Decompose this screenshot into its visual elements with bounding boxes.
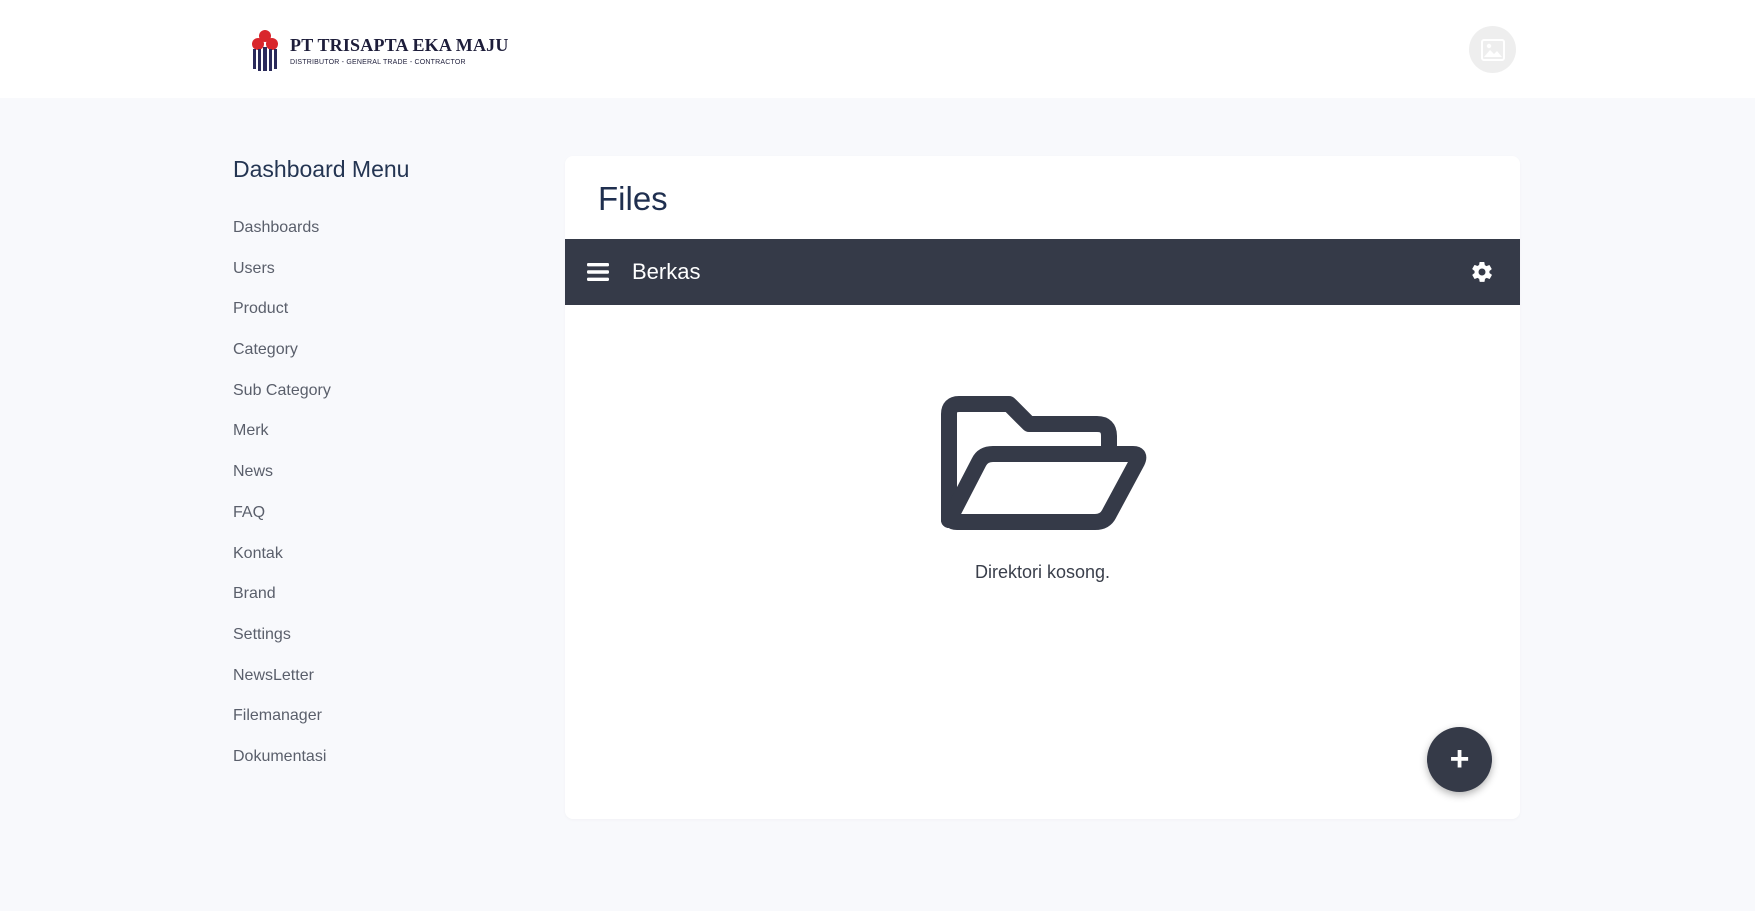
brand-logo-icon [252, 30, 278, 71]
brand-title: PT TRISAPTA EKA MAJU [290, 34, 509, 55]
sidebar-item-filemanager[interactable]: Filemanager [233, 696, 533, 737]
sidebar-title: Dashboard Menu [233, 156, 410, 182]
files-card: Files Berkas Direktori kosong. + [565, 156, 1520, 819]
brand-subtitle: DISTRIBUTOR - GENERAL TRADE - CONTRACTOR [290, 58, 466, 66]
folder-open-icon [941, 396, 1147, 530]
hamburger-icon[interactable] [587, 262, 609, 282]
gear-icon[interactable] [1470, 260, 1494, 284]
sidebar-item-category[interactable]: Category [233, 330, 533, 371]
page-title: Files [598, 180, 668, 217]
top-header: PT TRISAPTA EKA MAJU DISTRIBUTOR - GENER… [0, 0, 1755, 98]
file-manager-toolbar: Berkas [565, 239, 1520, 305]
sidebar: Dashboard Menu Dashboards Users Product … [233, 156, 533, 778]
sidebar-item-faq[interactable]: FAQ [233, 493, 533, 534]
sidebar-item-kontak[interactable]: Kontak [233, 534, 533, 575]
plus-icon: + [1449, 740, 1470, 778]
sidebar-item-sub-category[interactable]: Sub Category [233, 371, 533, 412]
sidebar-item-newsletter[interactable]: NewsLetter [233, 656, 533, 697]
add-file-button[interactable]: + [1427, 727, 1492, 792]
sidebar-item-users[interactable]: Users [233, 249, 533, 290]
brand-logo[interactable]: PT TRISAPTA EKA MAJU DISTRIBUTOR - GENER… [250, 28, 509, 72]
sidebar-item-merk[interactable]: Merk [233, 411, 533, 452]
image-placeholder-icon [1480, 38, 1505, 61]
sidebar-item-brand[interactable]: Brand [233, 574, 533, 615]
sidebar-item-dokumentasi[interactable]: Dokumentasi [233, 737, 533, 778]
sidebar-item-settings[interactable]: Settings [233, 615, 533, 656]
sidebar-item-product[interactable]: Product [233, 289, 533, 330]
sidebar-item-news[interactable]: News [233, 452, 533, 493]
file-manager-title: Berkas [632, 259, 701, 284]
sidebar-item-dashboards[interactable]: Dashboards [233, 208, 533, 249]
user-avatar[interactable] [1469, 26, 1516, 73]
empty-directory-message: Direktori kosong. [974, 562, 1111, 582]
